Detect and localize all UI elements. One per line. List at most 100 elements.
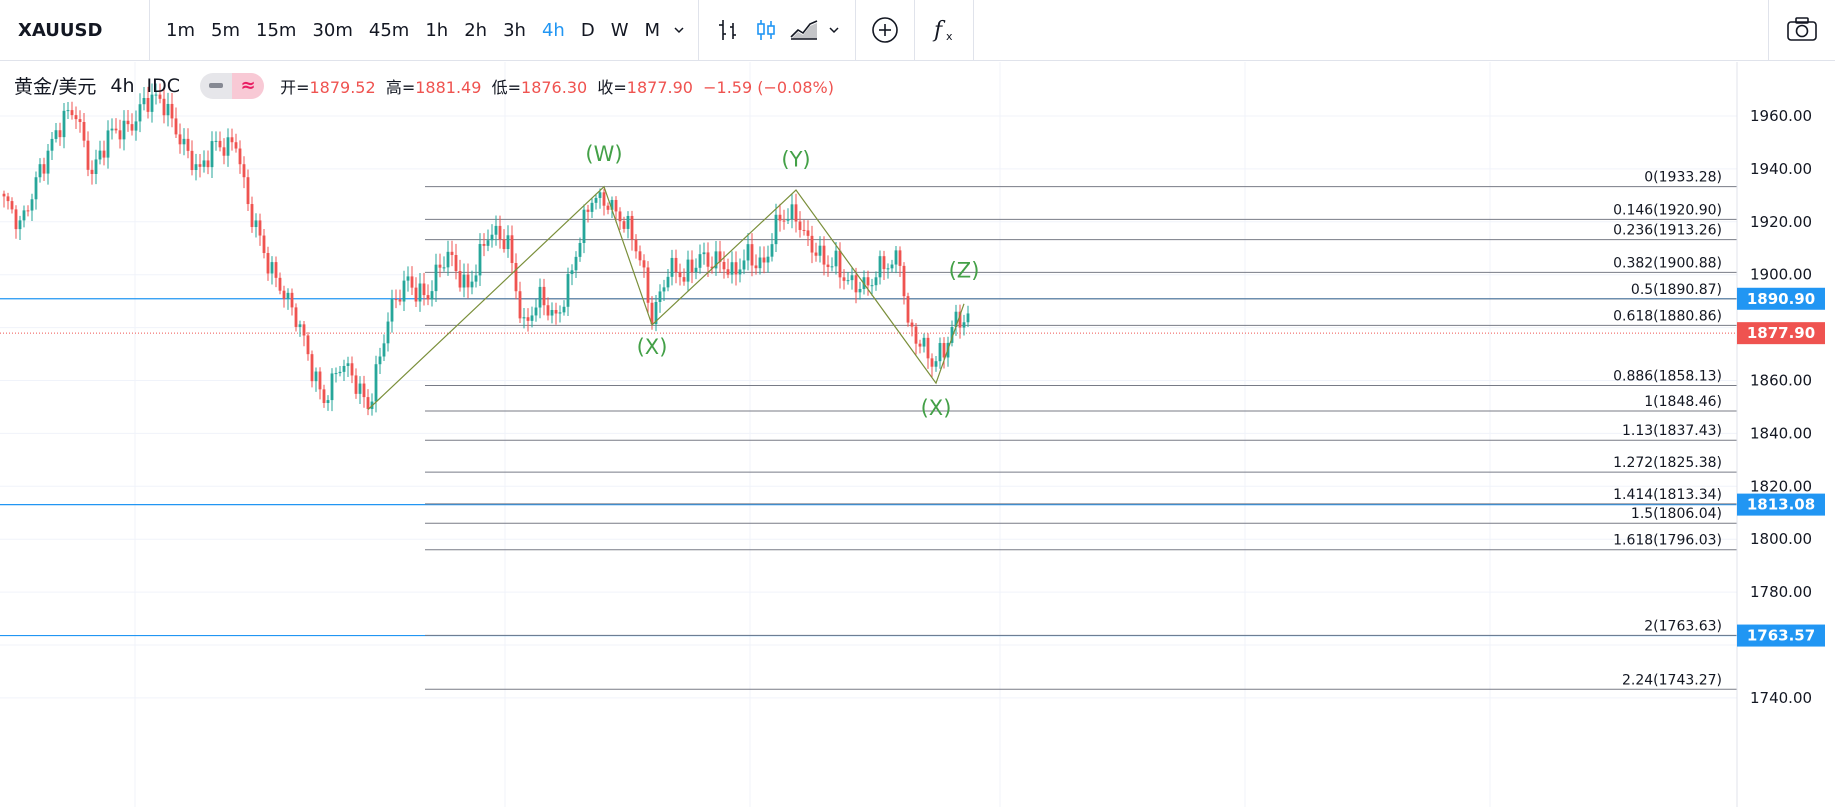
interval-45m[interactable]: 45m <box>361 20 417 41</box>
area-style-icon[interactable] <box>785 11 823 49</box>
horizontal-lines <box>0 298 1737 637</box>
candle-body <box>490 234 494 241</box>
candle-body <box>566 274 570 307</box>
candle-body <box>850 275 854 281</box>
fib-level-label: 2.24(1743.27) <box>1622 672 1722 688</box>
interval-15m[interactable]: 15m <box>248 20 304 41</box>
candle-body <box>546 305 550 316</box>
legend-toggle[interactable]: ≈ <box>200 72 265 99</box>
candle-style-icon[interactable] <box>747 11 785 49</box>
candle-body <box>914 326 918 344</box>
hide-icon <box>200 72 233 99</box>
fib-level-label: 1.414(1813.34) <box>1613 487 1722 503</box>
candle-body <box>126 120 130 125</box>
candle-body <box>234 142 238 149</box>
candle-body <box>474 275 478 282</box>
candle-body <box>478 243 482 276</box>
candle-body <box>910 322 914 327</box>
candle-body <box>250 204 254 228</box>
price-tick-label: 1920.00 <box>1750 213 1812 231</box>
candle-body <box>134 121 138 131</box>
candle-body <box>74 115 78 120</box>
candle-body <box>798 221 802 230</box>
candle-body <box>754 265 758 269</box>
snapshot-button[interactable] <box>1768 0 1835 61</box>
candle-body <box>906 296 910 323</box>
fib-level-label: 0(1933.28) <box>1644 170 1722 186</box>
price-tick-label: 1960.00 <box>1750 107 1812 125</box>
candle-body <box>254 220 258 228</box>
candle-body <box>202 160 206 167</box>
interval-30m[interactable]: 30m <box>304 20 360 41</box>
candle-body <box>14 209 18 230</box>
price-tick-label: 1940.00 <box>1750 160 1812 178</box>
candle-body <box>890 264 894 269</box>
interval-3h[interactable]: 3h <box>495 20 534 41</box>
symbol-search-button[interactable]: XAUUSD <box>0 0 150 61</box>
candle-body <box>390 299 394 322</box>
candle-body <box>382 343 386 357</box>
camera-icon <box>1786 16 1818 46</box>
candle-body <box>286 292 290 299</box>
candle-body <box>870 285 874 287</box>
candle-body <box>326 400 330 404</box>
candle-body <box>194 164 198 171</box>
price-tick-label: 1780.00 <box>1750 583 1812 601</box>
interval-D[interactable]: D <box>573 20 603 41</box>
interval-2h[interactable]: 2h <box>456 20 495 41</box>
candle-body <box>630 215 634 240</box>
candle-body <box>842 277 846 281</box>
candle-body <box>394 299 398 301</box>
candle-body <box>122 120 126 140</box>
candle-body <box>378 356 382 365</box>
price-badge-label: 1877.90 <box>1747 324 1815 342</box>
candle-body <box>518 291 522 319</box>
candle-body <box>406 276 410 281</box>
candle-body <box>290 292 294 308</box>
candle-body <box>262 235 266 254</box>
candle-body <box>146 98 150 112</box>
candle-body <box>858 288 862 293</box>
candle-body <box>666 276 670 288</box>
candle-body <box>934 361 938 367</box>
candle-body <box>614 199 618 212</box>
interval-4h[interactable]: 4h <box>534 20 573 41</box>
interval-1m[interactable]: 1m <box>158 20 203 41</box>
candle-body <box>294 307 298 327</box>
candle-body <box>310 354 314 382</box>
candle-body <box>442 267 446 269</box>
fib-level-label: 0.382(1900.88) <box>1613 255 1722 271</box>
interval-more-chevron-icon[interactable] <box>672 20 692 40</box>
fib-retracement[interactable]: 0(1933.28) 0.146(1920.90) 0.236(1913.26) 0.… <box>425 170 1737 690</box>
price-axis[interactable]: 1740.00 1780.00 1800.00 1820.00 1840.00 1860.… <box>1736 62 1835 807</box>
candle-body <box>962 322 966 328</box>
candle-body <box>418 283 422 302</box>
indicators-fx-icon[interactable]: fx <box>925 11 963 49</box>
candle-body <box>678 272 682 278</box>
candle-body <box>790 204 794 220</box>
candle-body <box>626 215 630 229</box>
candle-body <box>514 263 518 292</box>
bar-style-icon[interactable] <box>709 11 747 49</box>
price-badge-label: 1890.90 <box>1747 290 1815 308</box>
interval-1h[interactable]: 1h <box>417 20 456 41</box>
price-tick-label: 1900.00 <box>1750 266 1812 284</box>
fib-level-label: 1.272(1825.38) <box>1613 455 1722 471</box>
candle-body <box>170 103 174 119</box>
candle-body <box>722 261 726 270</box>
wave-label: (W) <box>585 142 622 166</box>
interval-M[interactable]: M <box>637 20 669 41</box>
candle-body <box>582 209 586 244</box>
add-compare-icon[interactable] <box>866 11 904 49</box>
change-value: −1.59 (−0.08%) <box>703 77 834 97</box>
candle-body <box>190 150 194 171</box>
fib-level-label: 2(1763.63) <box>1644 618 1722 634</box>
candle-body <box>578 243 582 257</box>
price-chart[interactable]: 0(1933.28) 0.146(1920.90) 0.236(1913.26) 0.… <box>0 62 1835 807</box>
candle-body <box>706 252 710 267</box>
interval-W[interactable]: W <box>603 20 637 41</box>
chevron-down-icon[interactable] <box>823 11 845 49</box>
candle-body <box>734 262 738 275</box>
interval-5m[interactable]: 5m <box>203 20 248 41</box>
candle-body <box>866 277 870 286</box>
